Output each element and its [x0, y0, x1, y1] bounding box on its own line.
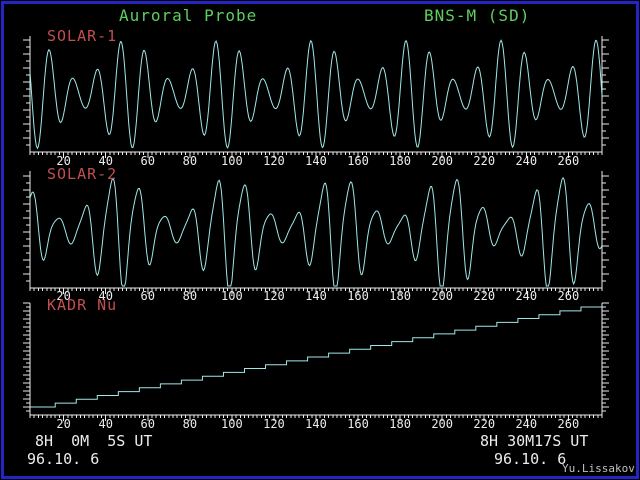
svg-text:20: 20: [56, 417, 70, 431]
author-credit: Yu.Lissakov: [562, 463, 635, 474]
solar2-plot: 20406080100120140160180200220240260: [0, 163, 640, 305]
svg-text:200: 200: [431, 417, 453, 431]
panel-label-solar1: SOLAR-1: [47, 29, 117, 44]
app-title: Auroral Probe: [119, 8, 257, 24]
end-time-label: 8H 30M17S UT: [480, 434, 588, 449]
svg-text:40: 40: [98, 417, 112, 431]
svg-text:160: 160: [347, 417, 369, 431]
svg-text:260: 260: [558, 417, 580, 431]
svg-text:180: 180: [389, 417, 411, 431]
svg-text:240: 240: [515, 417, 537, 431]
start-time-label: 8H 0M 5S UT: [35, 434, 152, 449]
instrument-title: BNS-M (SD): [424, 8, 530, 24]
svg-text:120: 120: [263, 417, 285, 431]
svg-text:80: 80: [183, 417, 197, 431]
end-date-label: 96.10. 6: [494, 452, 566, 467]
start-date-label: 96.10. 6: [27, 452, 99, 467]
telemetry-screen: Auroral Probe BNS-M (SD) SOLAR-1 SOLAR-2…: [0, 0, 640, 480]
svg-text:220: 220: [473, 417, 495, 431]
kadr-plot: 20 40 60 80 100 120 140 160 180 200 220 240 260: [0, 296, 640, 442]
svg-text:140: 140: [305, 417, 327, 431]
panel-label-kadr: KADR Nu: [47, 298, 117, 313]
svg-text:100: 100: [221, 417, 243, 431]
solar1-plot: 20406080100120140160180200220240260: [0, 30, 640, 172]
panel-label-solar2: SOLAR-2: [47, 167, 117, 182]
svg-text:60: 60: [141, 417, 155, 431]
